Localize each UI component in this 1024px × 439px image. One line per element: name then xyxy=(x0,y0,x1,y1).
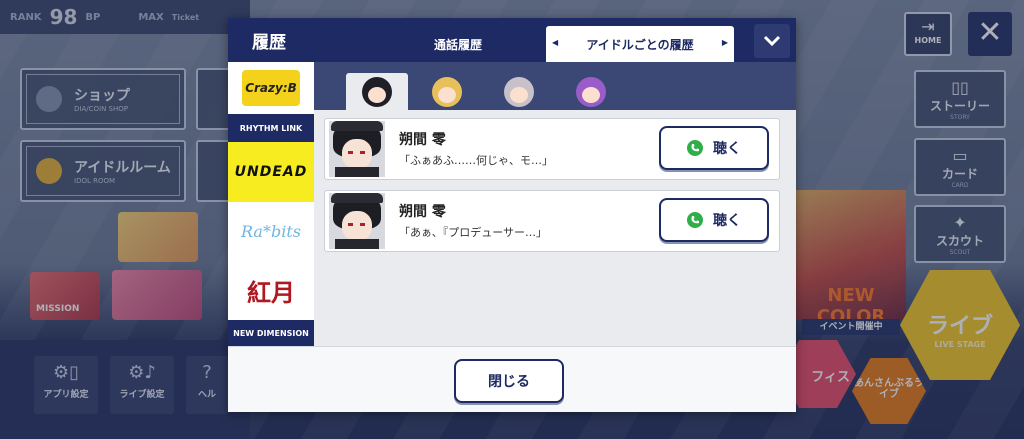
portrait-eye xyxy=(360,151,365,154)
unit-crazyb[interactable]: Crazy:B xyxy=(228,62,314,114)
portrait-hat xyxy=(331,121,383,131)
listen-button[interactable]: 聴く xyxy=(659,198,769,242)
crazyb-logo: Crazy:B xyxy=(242,70,300,106)
character-name: 朔間 零 xyxy=(399,132,446,148)
listen-label: 聴く xyxy=(713,213,741,229)
portrait-face xyxy=(342,211,372,241)
character-portrait xyxy=(329,193,385,249)
phone-icon xyxy=(687,140,703,156)
character-portrait xyxy=(329,121,385,177)
portrait-face xyxy=(342,139,372,169)
chevron-down-icon xyxy=(763,35,781,47)
tab-right-arrow-icon[interactable]: ▶ xyxy=(722,38,728,47)
tab-idol-history-label: アイドルごとの履歴 xyxy=(586,37,694,52)
close-button[interactable]: 閉じる xyxy=(454,359,564,403)
tab-call-history[interactable]: 通話履歴 xyxy=(374,26,542,62)
undead-logo: UNDEAD xyxy=(234,164,308,180)
character-avatar-icon xyxy=(576,77,606,107)
unit-undead[interactable]: UNDEAD xyxy=(228,142,314,202)
modal-title: 履歴 xyxy=(252,33,286,53)
portrait-eye xyxy=(360,223,365,226)
listen-button[interactable]: 聴く xyxy=(659,126,769,170)
call-line-preview: 「あぁ、『プロデューサー…」 xyxy=(399,226,548,239)
list-item: 朔間 零 「ふぁあふ……何じゃ、モ…」 聴く xyxy=(324,118,780,180)
rabits-logo: Ra*bits xyxy=(241,221,301,241)
modal-header: 履歴 通話履歴 ◀ アイドルごとの履歴 ▶ xyxy=(228,18,796,62)
modal-footer: 閉じる xyxy=(228,346,796,412)
tab-left-arrow-icon[interactable]: ◀ xyxy=(552,38,558,47)
call-line-preview: 「ふぁあふ……何じゃ、モ…」 xyxy=(399,154,553,167)
unit-sidebar: Crazy:B RHYTHM LINK UNDEAD Ra*bits 紅月 NE… xyxy=(228,62,314,346)
unit-group-rhythm-link: RHYTHM LINK xyxy=(228,114,314,142)
collapse-button[interactable] xyxy=(754,24,790,58)
character-avatar-icon xyxy=(362,76,392,107)
history-modal: 履歴 通話履歴 ◀ アイドルごとの履歴 ▶ Crazy:B RHYTHM LIN… xyxy=(228,18,796,412)
character-avatar-icon xyxy=(504,77,534,107)
character-name: 朔間 零 xyxy=(399,204,446,220)
avatar-face xyxy=(368,86,386,103)
avatar-face xyxy=(510,87,528,103)
avatar-face xyxy=(438,87,456,103)
history-list: 朔間 零 「ふぁあふ……何じゃ、モ…」 聴く 朔間 零 「あぁ、『プロデューサー… xyxy=(314,110,796,346)
character-tab-4[interactable] xyxy=(560,72,622,112)
character-tabs xyxy=(314,62,796,110)
akatsuki-logo: 紅月 xyxy=(247,277,295,307)
unit-akatsuki[interactable]: 紅月 xyxy=(228,260,314,320)
portrait-collar xyxy=(335,239,379,249)
character-avatar-icon xyxy=(432,77,462,107)
unit-rabits[interactable]: Ra*bits xyxy=(228,202,314,260)
unit-group-new-dimension: NEW DIMENSION xyxy=(228,320,314,346)
portrait-eye xyxy=(348,223,353,226)
phone-icon xyxy=(687,212,703,228)
portrait-collar xyxy=(335,167,379,177)
character-tab-2[interactable] xyxy=(416,72,478,112)
list-item: 朔間 零 「あぁ、『プロデューサー…」 聴く xyxy=(324,190,780,252)
tab-idol-history[interactable]: ◀ アイドルごとの履歴 ▶ xyxy=(546,26,734,62)
character-tab-1[interactable] xyxy=(346,73,408,110)
listen-label: 聴く xyxy=(713,141,741,157)
portrait-hat xyxy=(331,193,383,203)
character-tab-3[interactable] xyxy=(488,72,550,112)
portrait-eye xyxy=(348,151,353,154)
avatar-face xyxy=(582,87,600,103)
